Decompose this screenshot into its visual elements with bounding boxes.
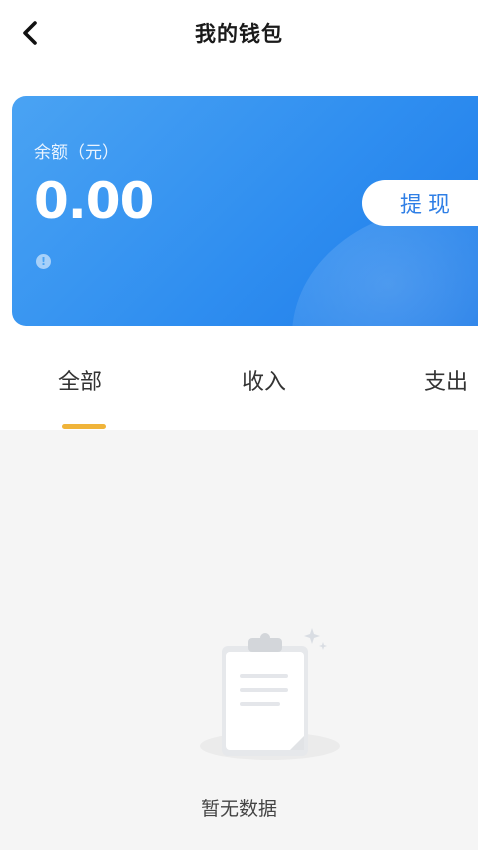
balance-value: 0.00: [34, 172, 154, 230]
transaction-list-area: 暂无数据: [0, 430, 478, 850]
tab-income[interactable]: 收入: [242, 364, 286, 396]
tab-expense[interactable]: 支出: [424, 364, 468, 396]
info-icon[interactable]: !: [36, 254, 51, 269]
empty-state-text: 暂无数据: [200, 798, 277, 820]
balance-label: 余额（元）: [34, 143, 119, 163]
withdraw-button[interactable]: 提现: [362, 180, 478, 226]
tab-all[interactable]: 全部: [58, 364, 102, 396]
active-tab-indicator: [62, 424, 106, 429]
transaction-tabs: 全部 收入 支出: [0, 346, 478, 428]
page-title: 我的钱包: [195, 22, 283, 46]
clipboard-icon: [190, 626, 370, 766]
wallet-balance-card: 余额（元） 0.00 ! 提现: [12, 96, 478, 326]
top-nav-bar: 我的钱包: [0, 0, 478, 70]
